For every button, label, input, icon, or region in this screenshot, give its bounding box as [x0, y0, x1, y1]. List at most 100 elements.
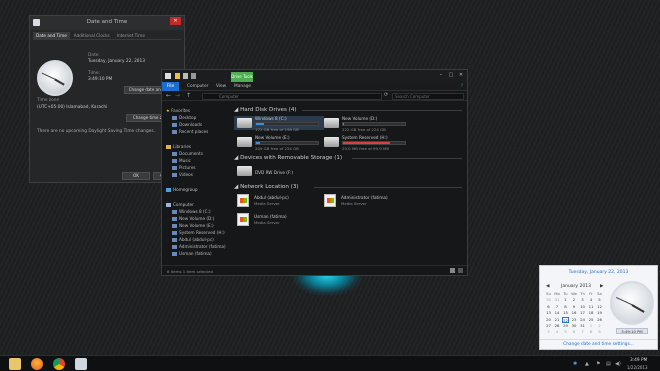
dvd-drive-name[interactable]: DVD RW Drive (F:) — [255, 170, 293, 175]
calendar-day[interactable]: 15 — [562, 310, 569, 316]
calendar-day[interactable]: 2 — [596, 323, 603, 329]
drive-e-name[interactable]: New Volume (E:) — [255, 135, 290, 140]
calendar-day[interactable]: 31 — [554, 297, 561, 303]
nav-libraries[interactable]: Libraries — [166, 144, 191, 149]
calendar-day[interactable]: 3 — [579, 297, 586, 303]
calendar-day[interactable]: 22 — [562, 316, 569, 323]
nav-drive-e[interactable]: New Volume (E:) — [172, 223, 214, 228]
calendar-day[interactable]: 29 — [562, 323, 569, 329]
calendar-day[interactable]: 19 — [596, 310, 603, 316]
calendar-day[interactable]: 7 — [579, 329, 586, 335]
nav-drive-d[interactable]: New Volume (D:) — [172, 216, 214, 221]
calendar-day[interactable]: 12 — [596, 304, 603, 310]
calendar-day[interactable]: 1 — [588, 323, 595, 329]
prev-month-icon[interactable]: ◀ — [546, 284, 549, 289]
search-input[interactable]: Search Computer — [392, 93, 464, 100]
network-administrator-name[interactable]: Administrator (fatima) — [341, 195, 388, 200]
menu-manage[interactable]: Manage — [234, 84, 251, 89]
calendar-day[interactable]: 7 — [554, 304, 561, 310]
change-settings-link[interactable]: Change date and time settings... — [540, 342, 657, 347]
chrome-icon[interactable] — [53, 358, 65, 370]
tray-arrow-icon[interactable]: ▲ — [585, 361, 589, 367]
control-panel-icon[interactable] — [75, 358, 87, 370]
new-folder-icon[interactable] — [191, 73, 196, 79]
back-icon[interactable]: ← — [166, 92, 171, 99]
calendar-day[interactable]: 21 — [554, 317, 561, 323]
section-hard-disk-drives[interactable]: ◢ Hard Disk Drives (4) — [234, 107, 297, 113]
nav-usman[interactable]: Usman (fatima) — [172, 251, 212, 256]
drive-h-name[interactable]: System Reserved (H:) — [342, 135, 388, 140]
calendar-day[interactable]: 3 — [545, 329, 552, 335]
firefox-icon[interactable] — [31, 358, 43, 370]
close-icon[interactable]: ✕ — [170, 17, 181, 25]
maximize-icon[interactable]: □ — [447, 72, 455, 79]
menu-computer[interactable]: Computer — [187, 84, 208, 89]
section-network-location[interactable]: ◢ Network Location (3) — [234, 184, 299, 190]
calendar-day[interactable]: 31 — [579, 323, 586, 329]
nav-desktop[interactable]: Desktop — [172, 115, 196, 120]
bluetooth-icon[interactable]: ✱ — [573, 361, 577, 367]
ok-button[interactable]: OK — [122, 172, 150, 180]
calendar-day[interactable]: 23 — [571, 317, 578, 323]
tiles-view-icon[interactable] — [458, 268, 463, 273]
network-icon[interactable]: ▤ — [606, 361, 611, 367]
calendar-day[interactable]: 30 — [571, 323, 578, 329]
nav-drive-h[interactable]: System Reserved (H:) — [172, 230, 225, 235]
calendar-day[interactable]: 10 — [579, 304, 586, 310]
nav-music[interactable]: Music — [172, 158, 191, 163]
next-month-icon[interactable]: ▶ — [600, 284, 603, 289]
menu-view[interactable]: View — [216, 84, 226, 89]
network-usman-name[interactable]: Usman (fatima) — [254, 214, 287, 219]
up-icon[interactable]: ↑ — [186, 92, 191, 99]
long-date-link[interactable]: Tuesday, January 22, 2013 — [540, 270, 657, 275]
nav-drive-c[interactable]: Windows 8 (C:) — [172, 209, 211, 214]
nav-computer[interactable]: Computer — [166, 202, 194, 207]
calendar-day[interactable]: 28 — [554, 323, 561, 329]
calendar-day[interactable]: 2 — [571, 297, 578, 303]
file-explorer-taskbar-icon[interactable] — [9, 358, 21, 370]
drive-tools-tab[interactable]: Drive Tools — [231, 72, 253, 82]
calendar-day[interactable]: 4 — [588, 297, 595, 303]
tab-internet-time[interactable]: Internet Time — [114, 32, 148, 39]
refresh-icon[interactable]: ⟳ — [384, 92, 388, 98]
nav-pictures[interactable]: Pictures — [172, 165, 196, 170]
calendar-day[interactable]: 6 — [571, 329, 578, 335]
section-removable-storage[interactable]: ◢ Devices with Removable Storage (1) — [234, 155, 342, 161]
calendar-day[interactable]: 25 — [588, 317, 595, 323]
calendar-day[interactable]: 20 — [545, 317, 552, 323]
tray-time[interactable]: 3:49 PM — [630, 358, 647, 363]
tab-additional-clocks[interactable]: Additional Clocks — [71, 32, 113, 39]
calendar-day[interactable]: 5 — [596, 297, 603, 303]
calendar-day[interactable]: 8 — [588, 329, 595, 335]
calendar-day[interactable]: 9 — [596, 329, 603, 335]
calendar-day[interactable]: 17 — [579, 310, 586, 316]
volume-icon[interactable]: ◀) — [615, 361, 621, 367]
calendar-day[interactable]: 6 — [545, 304, 552, 310]
nav-downloads[interactable]: Downloads — [172, 122, 202, 127]
calendar-day[interactable]: 11 — [588, 304, 595, 310]
month-title[interactable]: January 2013 — [556, 284, 596, 289]
network-abdul-name[interactable]: Abdul (abdul-pc) — [254, 195, 289, 200]
close-icon[interactable]: ✕ — [457, 72, 465, 79]
nav-administrator[interactable]: Administrator (fatima) — [172, 244, 226, 249]
nav-documents[interactable]: Documents — [172, 151, 203, 156]
nav-abdul[interactable]: Abdul (abdul-pc) — [172, 237, 214, 242]
calendar-day[interactable]: 16 — [571, 310, 578, 316]
drive-d-name[interactable]: New Volume (D:) — [342, 116, 377, 121]
calendar-day[interactable]: 14 — [554, 310, 561, 316]
calendar-day[interactable]: 5 — [562, 329, 569, 335]
calendar-day[interactable]: 30 — [545, 297, 552, 303]
properties-icon[interactable] — [183, 73, 188, 79]
details-view-icon[interactable] — [450, 268, 455, 273]
calendar-day[interactable]: 27 — [545, 323, 552, 329]
calendar-day[interactable]: 13 — [545, 310, 552, 316]
forward-icon[interactable]: → — [175, 92, 180, 99]
calendar-day[interactable]: 26 — [596, 317, 603, 323]
nav-recent-places[interactable]: Recent places — [172, 129, 208, 134]
calendar-day[interactable]: 9 — [571, 304, 578, 310]
tray-date[interactable]: 1/22/2013 — [627, 365, 648, 370]
flag-icon[interactable]: ⚑ — [596, 361, 600, 367]
calendar-day[interactable]: 18 — [588, 310, 595, 316]
menu-file[interactable]: File — [162, 82, 179, 91]
calendar-day[interactable]: 4 — [554, 329, 561, 335]
